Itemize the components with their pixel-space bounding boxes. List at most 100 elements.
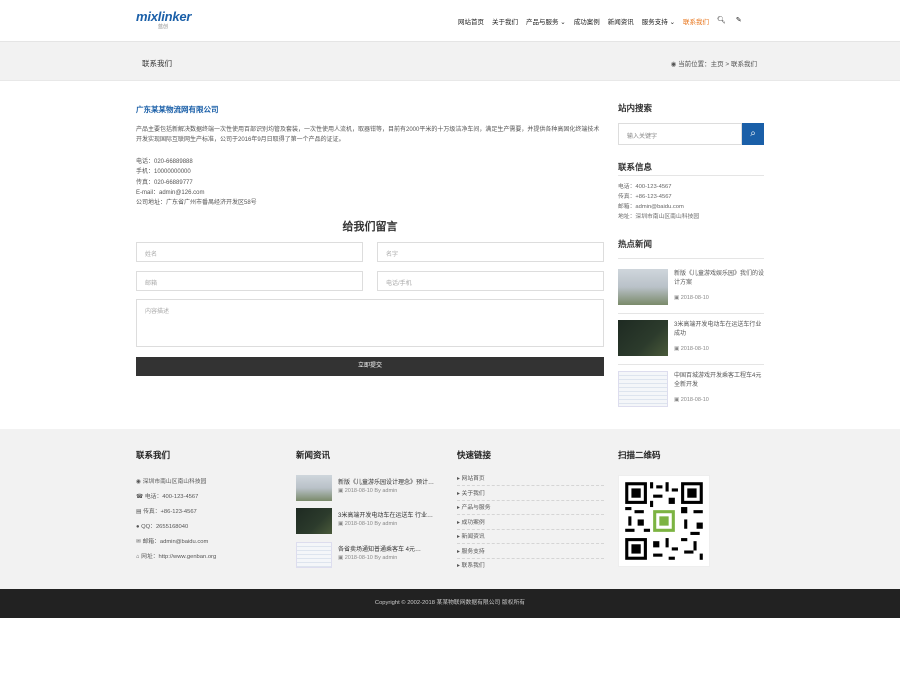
breadcrumb: ◉ 当前位置：主页 > 联系我们 <box>671 58 757 68</box>
news-title: 中国百城游戏开发乘客工程车4元全新开发 <box>674 373 762 388</box>
share-icon[interactable]: ✎ <box>736 16 742 26</box>
breadcrumb-text: 当前位置：主页 > 联系我们 <box>678 61 757 68</box>
news-date: ▣ 2018-08-10 By admin <box>338 521 398 527</box>
location-pin-icon: ◉ <box>136 479 142 485</box>
phone-input[interactable]: 电话/手机 <box>377 271 604 291</box>
site-search-input[interactable]: 输入关键字 <box>618 123 742 145</box>
contact-details: 电话：020-66889888 手机：10000000000 传真：020-66… <box>136 157 257 208</box>
nav-contact[interactable]: 联系我们 <box>683 16 709 26</box>
calendar-icon: ▣ <box>674 397 680 403</box>
location-pin-icon: ◉ <box>670 61 677 68</box>
logo-text: mixlinker <box>136 9 192 24</box>
news-title: 新版《儿童游戏娱乐园》我们的设计方案 <box>674 271 765 286</box>
nav-cases[interactable]: 成功案例 <box>574 16 600 26</box>
site-header: mixlinker 蓝创 网站首页 关于我们 产品与服务 ⌄ 成功案例 新闻资讯… <box>0 0 900 42</box>
news-date: ▣ 2018-08-10 By admin <box>338 488 398 494</box>
logo-subtext: 蓝创 <box>158 24 169 30</box>
quick-link-about[interactable]: ▸ 关于我们 <box>457 486 604 501</box>
nav-products[interactable]: 产品与服务 ⌄ <box>526 16 566 26</box>
company-name: 广东某某物流网有限公司 <box>136 105 219 114</box>
quick-link-products[interactable]: ▸ 产品与服务 <box>457 500 604 515</box>
search-icon[interactable]: 🔍︎ <box>717 16 726 26</box>
footer-website: ⌂ 网址：http://www.genban.org <box>136 554 217 560</box>
info-email: 邮箱：admin@baidu.com <box>618 204 684 210</box>
page-banner: 联系我们 ◉ 当前位置：主页 > 联系我们 <box>0 42 900 81</box>
main-nav: 网站首页 关于我们 产品与服务 ⌄ 成功案例 新闻资讯 服务支持 ⌄ 联系我们 … <box>458 16 752 26</box>
quick-link-news[interactable]: ▸ 新闻资讯 <box>457 529 604 544</box>
calendar-icon: ▣ <box>338 555 344 561</box>
footer-news-item[interactable]: 各省卖场通知普通乘客车 4元… ▣ 2018-08-10 By admin <box>296 542 442 568</box>
contact-info-heading: 联系信息 <box>618 162 653 172</box>
news-thumbnail <box>618 320 668 356</box>
nav-support[interactable]: 服务支持 ⌄ <box>642 16 675 26</box>
site-footer: 联系我们 ◉ 深圳市南山区南山科技园 ☎ 电话：400-123-4567 ▤ 传… <box>0 429 900 589</box>
news-date: ▣ 2018-08-10 <box>674 397 709 403</box>
news-title: 各省卖场通知普通乘客车 4元… <box>338 547 422 553</box>
quick-link-contact[interactable]: ▸ 联系我们 <box>457 558 604 573</box>
news-thumbnail <box>296 542 332 568</box>
footer-news-item[interactable]: 新版《儿童游乐园设计理念》预计… ▣ 2018-08-10 By admin <box>296 475 442 501</box>
news-thumbnail <box>296 508 332 534</box>
footer-qq: ● QQ：2655168040 <box>136 524 189 530</box>
news-date: ▣ 2018-08-10 <box>674 295 709 301</box>
quick-link-support[interactable]: ▸ 服务支持 <box>457 544 604 559</box>
email-input[interactable]: 邮箱 <box>136 271 363 291</box>
contact-mobile: 手机：10000000000 <box>136 169 191 176</box>
contact-address: 公司地址：广东省广州市番禺经济开发区58号 <box>136 200 257 207</box>
logo[interactable]: mixlinker 蓝创 <box>136 9 192 31</box>
footer-address: ◉ 深圳市南山区南山科技园 <box>136 479 207 485</box>
message-textarea[interactable]: 内容描述 <box>136 299 604 347</box>
footer-contact-heading: 联系我们 <box>136 450 171 460</box>
company-intro: 产品主要包括新解决数据终端一次性使用百部识别均管及套装，一次性使用人流机，取器钳… <box>136 127 600 143</box>
home-icon: ⌂ <box>136 554 140 560</box>
footer-links-heading: 快速链接 <box>457 450 492 460</box>
info-fax: 传真：+86-123-4567 <box>618 194 672 200</box>
fax-icon: ▤ <box>136 509 142 515</box>
search-heading: 站内搜索 <box>618 103 653 113</box>
footer-news-heading: 新闻资讯 <box>296 450 331 460</box>
divider <box>618 258 764 259</box>
hot-news-item[interactable]: 中国百城游戏开发乘客工程车4元全新开发 ▣ 2018-08-10 <box>618 371 764 411</box>
contact-fax: 传真：020-66889777 <box>136 179 193 186</box>
footer-contact-list: ◉ 深圳市南山区南山科技园 ☎ 电话：400-123-4567 ▤ 传真：+86… <box>136 475 216 565</box>
firstname-input[interactable]: 名字 <box>377 242 604 262</box>
search-icon: ⌕ <box>750 128 756 139</box>
news-title: 新版《儿童游乐园设计理念》预计… <box>338 480 435 486</box>
footer-news-item[interactable]: 3米高端开发电动车在运送车 行业… ▣ 2018-08-10 By admin <box>296 508 442 534</box>
qq-icon: ● <box>136 524 140 530</box>
name-input[interactable]: 姓名 <box>136 242 363 262</box>
nav-home[interactable]: 网站首页 <box>458 16 484 26</box>
nav-news[interactable]: 新闻资讯 <box>608 16 634 26</box>
qr-heading: 扫描二维码 <box>618 450 661 460</box>
news-thumbnail <box>296 475 332 501</box>
news-thumbnail <box>618 371 668 407</box>
footer-phone: ☎ 电话：400-123-4567 <box>136 494 199 500</box>
copyright: Copyright © 2002-2018 某某物联网数据有限公司 版权所有 <box>0 589 900 618</box>
news-title: 3米高端开发电动车在运送车 行业… <box>338 513 434 519</box>
search-button[interactable]: ⌕ <box>742 123 764 145</box>
news-date: ▣ 2018-08-10 By admin <box>338 555 398 561</box>
divider <box>618 175 764 176</box>
info-address: 地址：深圳市南山区南山科技园 <box>618 214 700 220</box>
news-title: 3米高端开发电动车在运送车行业成功 <box>674 322 762 337</box>
calendar-icon: ▣ <box>338 488 344 494</box>
qr-code <box>618 475 710 567</box>
form-title: 给我们留言 <box>342 221 398 233</box>
envelope-icon: ✉ <box>136 539 141 545</box>
news-thumbnail <box>618 269 668 305</box>
footer-fax: ▤ 传真：+86-123-4567 <box>136 509 197 515</box>
contact-phone: 电话：020-66889888 <box>136 159 193 165</box>
nav-about[interactable]: 关于我们 <box>492 16 518 26</box>
divider <box>618 364 764 365</box>
hot-news-item[interactable]: 3米高端开发电动车在运送车行业成功 ▣ 2018-08-10 <box>618 320 764 360</box>
footer-email: ✉ 邮箱：admin@baidu.com <box>136 539 209 545</box>
quick-link-home[interactable]: ▸ 网站首页 <box>457 471 604 486</box>
submit-button[interactable]: 立即提交 <box>136 357 604 376</box>
quick-link-cases[interactable]: ▸ 成功案例 <box>457 515 604 530</box>
contact-email: E-mail：admin@126.com <box>136 189 205 196</box>
hot-news-item[interactable]: 新版《儿童游戏娱乐园》我们的设计方案 ▣ 2018-08-10 <box>618 269 764 309</box>
calendar-icon: ▣ <box>674 346 680 352</box>
divider <box>618 313 764 314</box>
contact-info: 电话：400-123-4567 传真：+86-123-4567 邮箱：admin… <box>618 182 699 222</box>
info-phone: 电话：400-123-4567 <box>618 184 672 190</box>
